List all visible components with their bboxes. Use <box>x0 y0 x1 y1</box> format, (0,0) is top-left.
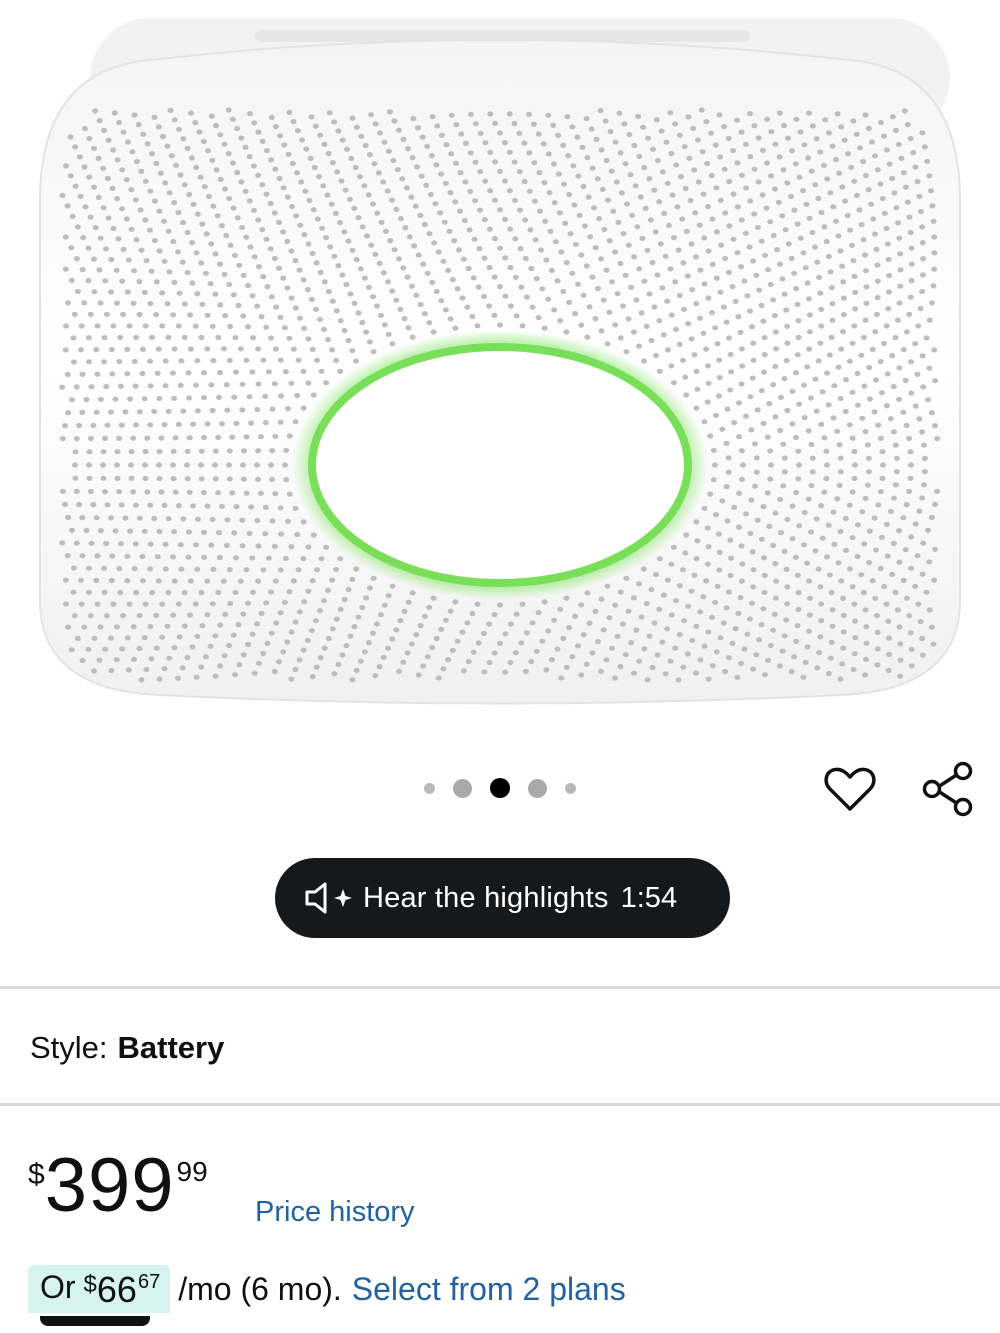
audio-duration: 1:54 <box>620 881 678 914</box>
select-plans-link[interactable]: Select from 2 plans <box>352 1271 626 1308</box>
installment-prefix: Or <box>40 1269 76 1305</box>
share-button[interactable] <box>918 758 978 820</box>
product-page: Hear the highlights 1:54 Style: Battery … <box>0 0 1000 1333</box>
installment-suffix: /mo (6 mo). <box>178 1270 342 1307</box>
installment-whole: 66 <box>96 1269 137 1310</box>
heart-icon <box>824 767 876 811</box>
installment-currency: $ <box>83 1271 97 1298</box>
installment-offer: Or $ 66 67 /mo (6 mo). Select from 2 pla… <box>28 1261 626 1317</box>
scroll-handle <box>40 1316 150 1326</box>
carousel-dot-active[interactable] <box>490 778 510 798</box>
carousel-dot[interactable] <box>424 782 435 794</box>
price-history-link[interactable]: Price history <box>255 1196 415 1229</box>
wishlist-button[interactable] <box>822 762 878 816</box>
price-fraction: 99 <box>176 1156 208 1187</box>
product-image[interactable] <box>0 0 1000 730</box>
carousel-dot[interactable] <box>528 778 547 798</box>
installment-highlight: Or $ 66 67 <box>28 1265 171 1313</box>
installment-fraction: 67 <box>137 1271 161 1293</box>
share-icon <box>922 761 973 817</box>
price-whole: 399 <box>44 1143 175 1228</box>
divider <box>0 986 1000 989</box>
divider <box>0 1103 1000 1106</box>
style-label: Style: <box>30 1030 108 1065</box>
speaker-sparkle-icon <box>303 881 353 915</box>
hear-highlights-button[interactable]: Hear the highlights 1:54 <box>275 858 730 938</box>
carousel-dot[interactable] <box>565 782 576 794</box>
style-selector[interactable]: Style: Battery <box>30 1030 224 1066</box>
carousel-dot[interactable] <box>453 778 472 798</box>
style-value: Battery <box>117 1030 225 1065</box>
smoke-detector-image <box>39 18 961 705</box>
hear-highlights-label: Hear the highlights <box>363 881 609 914</box>
price-currency: $ <box>28 1158 45 1191</box>
price: $ 399 99 <box>28 1148 208 1224</box>
